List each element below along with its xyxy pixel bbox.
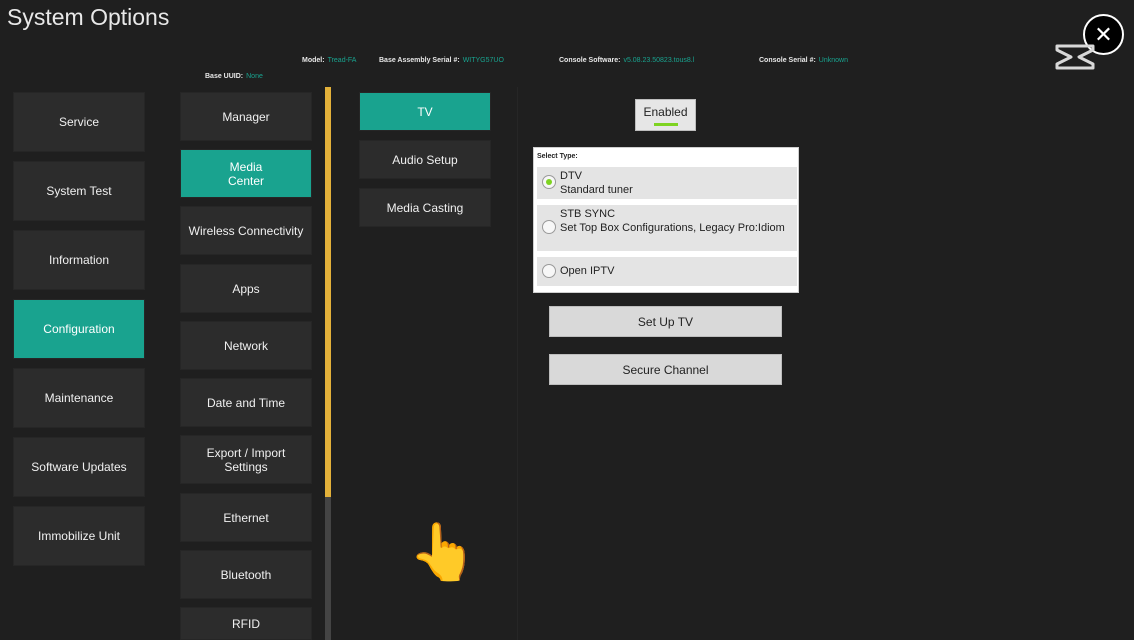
- model-value: Tread-FA: [327, 57, 357, 64]
- nav-rfid-button[interactable]: RFID: [180, 607, 312, 640]
- base-uuid-value: None: [246, 73, 263, 80]
- nav-information-button[interactable]: Information: [13, 230, 145, 290]
- radio-dtv[interactable]: [542, 175, 556, 189]
- option-stb-sync-title: STB SYNC: [560, 208, 616, 220]
- enabled-label: Enabled: [643, 104, 688, 119]
- base-serial-value: WITYG57UO: [462, 57, 504, 64]
- close-icon: ✕: [1094, 21, 1113, 47]
- base-uuid-info: Base UUID: None: [205, 73, 263, 80]
- tv-enabled-toggle[interactable]: Enabled: [635, 99, 696, 131]
- option-stb-sync[interactable]: STB SYNC Set Top Box Configurations, Leg…: [537, 205, 797, 251]
- radio-open-iptv[interactable]: [542, 264, 556, 278]
- set-up-tv-button[interactable]: Set Up TV: [549, 306, 782, 337]
- console-software-value: v5.08.23.50823.tous8.l: [623, 57, 695, 64]
- nav-bluetooth-button[interactable]: Bluetooth: [180, 550, 312, 599]
- select-type-label: Select Type:: [537, 153, 578, 160]
- console-serial-info: Console Serial #: Unknown: [759, 57, 848, 64]
- capcut-logo-icon: [1055, 44, 1095, 70]
- device-info-bar: Model: Tread-FA Base Assembly Serial #: WI…: [0, 57, 1134, 67]
- model-label: Model:: [302, 57, 325, 64]
- page-title: System Options: [7, 4, 170, 30]
- tab-audio-setup-button[interactable]: Audio Setup: [359, 140, 491, 179]
- tv-type-select-panel: Select Type: DTV Standard tuner STB SYNC…: [533, 147, 799, 293]
- base-uuid-label: Base UUID:: [205, 73, 244, 80]
- nav-maintenance-button[interactable]: Maintenance: [13, 368, 145, 428]
- option-stb-sync-desc: Set Top Box Configurations, Legacy Pro:I…: [560, 222, 785, 234]
- scrollbar-thumb[interactable]: [325, 87, 331, 497]
- option-dtv[interactable]: DTV Standard tuner: [537, 167, 797, 199]
- panel-divider: [517, 87, 518, 640]
- nav-network-button[interactable]: Network: [180, 321, 312, 370]
- console-software-label: Console Software:: [559, 57, 621, 64]
- tab-tv-button[interactable]: TV: [359, 92, 491, 131]
- option-dtv-title: DTV: [560, 170, 582, 182]
- nav-software-updates-button[interactable]: Software Updates: [13, 437, 145, 497]
- option-open-iptv-title: Open IPTV: [560, 265, 615, 277]
- nav-export-import-button[interactable]: Export / Import Settings: [180, 435, 312, 484]
- nav-wireless-connectivity-button[interactable]: Wireless Connectivity: [180, 206, 312, 255]
- nav-service-button[interactable]: Service: [13, 92, 145, 152]
- secure-channel-button[interactable]: Secure Channel: [549, 354, 782, 385]
- base-serial-info: Base Assembly Serial #: WITYG57UO: [379, 57, 504, 64]
- model-info: Model: Tread-FA: [302, 57, 356, 64]
- enabled-indicator: [653, 122, 678, 126]
- nav-configuration-button[interactable]: Configuration: [13, 299, 145, 359]
- console-serial-label: Console Serial #:: [759, 57, 816, 64]
- nav-immobilize-unit-button[interactable]: Immobilize Unit: [13, 506, 145, 566]
- pointing-hand-icon: 👆: [408, 520, 478, 583]
- nav-apps-button[interactable]: Apps: [180, 264, 312, 313]
- nav-ethernet-button[interactable]: Ethernet: [180, 493, 312, 542]
- option-open-iptv[interactable]: Open IPTV: [537, 257, 797, 286]
- console-serial-value: Unknown: [818, 57, 848, 64]
- option-dtv-desc: Standard tuner: [560, 184, 633, 196]
- base-serial-label: Base Assembly Serial #:: [379, 57, 460, 64]
- nav-system-test-button[interactable]: System Test: [13, 161, 145, 221]
- nav-media-center-button[interactable]: Media Center: [180, 149, 312, 198]
- nav-manager-button[interactable]: Manager: [180, 92, 312, 141]
- secondary-nav-scrollbar[interactable]: [325, 87, 331, 640]
- nav-date-time-button[interactable]: Date and Time: [180, 378, 312, 427]
- tab-media-casting-button[interactable]: Media Casting: [359, 188, 491, 227]
- console-software-info: Console Software: v5.08.23.50823.tous8.l: [559, 57, 694, 64]
- radio-stb-sync[interactable]: [542, 220, 556, 234]
